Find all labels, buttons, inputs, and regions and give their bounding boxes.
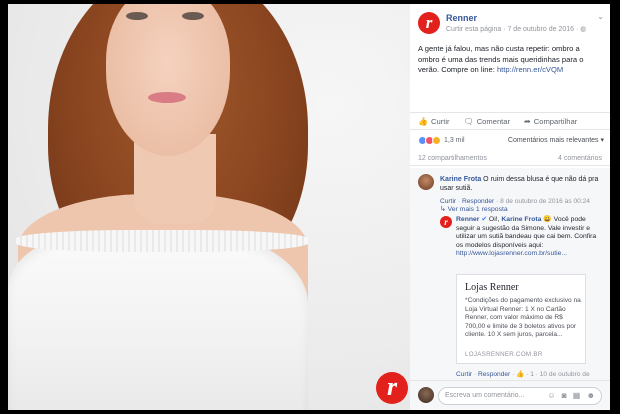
share-icon: ➦ <box>524 116 531 126</box>
reaction-count[interactable]: 1,3 mil <box>444 137 465 144</box>
post-meta-text[interactable]: Curtir esta página · 7 de outubro de 201… <box>446 26 580 33</box>
photo-eye-right <box>182 12 204 20</box>
card-description: *Condições do pagamento exclusivo na Loj… <box>465 297 581 338</box>
reply-link[interactable]: http://www.lojasrenner.com.br/sutie... <box>456 250 567 257</box>
post-header: r Renner Curtir esta página · 7 de outub… <box>410 4 610 40</box>
reply-mention[interactable]: Karine Frota <box>501 216 541 223</box>
reply-author[interactable]: Renner <box>456 216 479 223</box>
photo-eye-left <box>126 12 148 20</box>
comment-text: Karine Frota O ruim dessa blusa é que nã… <box>440 175 606 193</box>
my-avatar <box>418 387 434 403</box>
reply-text: Renner ✔ Oi!, Karine Frota 😀 Você pode s… <box>456 216 604 259</box>
comment-input[interactable]: Escreva um comentário... ☺ ◙ ▦ ☻ <box>438 387 602 405</box>
reactions-bar: 1,3 mil Comentários mais relevantes ▾ <box>410 132 610 148</box>
comment-icon: 🗨 <box>463 116 474 126</box>
composer-icons[interactable]: ☺ ◙ ▦ ☻ <box>547 391 597 400</box>
comment-meta: Curtir · Responder · 8 de outubro de 201… <box>440 198 590 205</box>
renner-logo: r <box>376 372 408 404</box>
comments-list: Karine Frota O ruim dessa blusa é que nã… <box>410 168 610 388</box>
post-body: A gente já falou, mas não custa repetir:… <box>410 40 610 104</box>
post-meta: Curtir esta página · 7 de outubro de 201… <box>446 25 586 33</box>
comment-author[interactable]: Karine Frota <box>440 176 481 183</box>
photo-lips <box>148 92 186 103</box>
link-preview-card[interactable]: Lojas Renner *Condições do pagamento exc… <box>456 274 586 364</box>
post-actions: 👍 Curtir 🗨 Comentar ➦ Compartilhar <box>410 112 610 130</box>
comment-count[interactable]: 4 comentários <box>558 155 602 162</box>
comment-time: · 8 de outubro de 2016 às 00:24 <box>494 198 590 205</box>
like-button[interactable]: 👍 Curtir <box>418 117 450 126</box>
post-photo[interactable]: r <box>8 4 410 410</box>
page-avatar[interactable]: r <box>418 12 440 34</box>
card-url: LOJASRENNER.COM.BR <box>465 351 543 358</box>
chevron-down-icon[interactable]: ⌄ <box>597 12 604 21</box>
post-sidebar: r Renner Curtir esta página · 7 de outub… <box>410 4 610 410</box>
page-name-link[interactable]: Renner <box>446 13 477 23</box>
photo-viewer: r r Renner Curtir esta página · 7 de out… <box>0 0 620 414</box>
view-more-replies[interactable]: ↳ Ver mais 1 resposta <box>440 205 508 213</box>
commenter-avatar[interactable] <box>418 174 434 190</box>
reply-avatar[interactable]: r <box>440 216 452 228</box>
like-label: Curtir <box>430 116 450 126</box>
reply-like-link[interactable]: Curtir <box>456 371 472 378</box>
comment-button[interactable]: 🗨 Comentar <box>464 117 511 126</box>
comment-placeholder: Escreva um comentário... <box>445 392 525 399</box>
globe-icon: ◍ <box>580 26 587 33</box>
reply-reply-link[interactable]: Responder <box>478 371 510 378</box>
comment-label: Comentar <box>476 116 511 126</box>
share-stats: 12 compartilhamentos 4 comentários <box>410 154 610 166</box>
share-button[interactable]: ➦ Compartilhar <box>524 117 577 126</box>
post-link[interactable]: http://renn.er/cVQM <box>497 65 563 74</box>
card-title: Lojas Renner <box>465 282 519 293</box>
comment-sort-dropdown[interactable]: Comentários mais relevantes ▾ <box>508 136 604 144</box>
share-count[interactable]: 12 compartilhamentos <box>418 155 487 162</box>
comment-like-link[interactable]: Curtir <box>440 198 456 205</box>
photo-blouse <box>8 232 308 410</box>
comment-composer: Escreva um comentário... ☺ ◙ ▦ ☻ <box>410 380 610 410</box>
share-label: Compartilhar <box>533 116 578 126</box>
comment-reply-link[interactable]: Responder <box>462 198 494 205</box>
photo-blouse-ruffle <box>16 230 308 252</box>
haha-reaction-icon <box>432 135 441 145</box>
thumbs-up-icon: 👍 <box>418 116 428 126</box>
reply-body-1: Oi!, <box>487 216 502 223</box>
